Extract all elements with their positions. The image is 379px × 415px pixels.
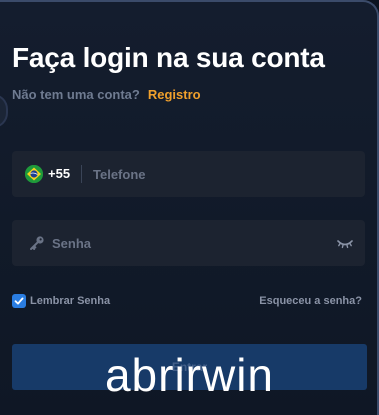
remember-password-toggle[interactable]: Lembrar Senha: [12, 294, 110, 308]
phone-input[interactable]: [93, 151, 353, 197]
password-input[interactable]: [52, 220, 332, 266]
panel-edge-tab: [0, 94, 8, 128]
register-prompt: Não tem uma conta? Registro: [12, 87, 201, 102]
page-title: Faça login na sua conta: [12, 42, 325, 73]
no-account-text: Não tem uma conta?: [12, 87, 140, 102]
remember-checkbox[interactable]: [12, 294, 26, 308]
country-code[interactable]: +55: [48, 166, 70, 181]
brazil-flag-icon[interactable]: [25, 165, 43, 183]
key-icon: [29, 235, 45, 251]
register-link[interactable]: Registro: [148, 87, 201, 102]
field-divider: [81, 165, 82, 183]
checkmark-icon: [14, 297, 24, 305]
eye-closed-icon[interactable]: [337, 237, 353, 249]
phone-field[interactable]: +55: [12, 151, 365, 197]
remember-label: Lembrar Senha: [30, 295, 111, 307]
forgot-password-link[interactable]: Esqueceu a senha?: [259, 295, 362, 307]
login-panel: Faça login na sua conta Não tem uma cont…: [0, 0, 379, 415]
password-field[interactable]: [12, 220, 365, 266]
login-button[interactable]: Entrar: [12, 344, 367, 390]
